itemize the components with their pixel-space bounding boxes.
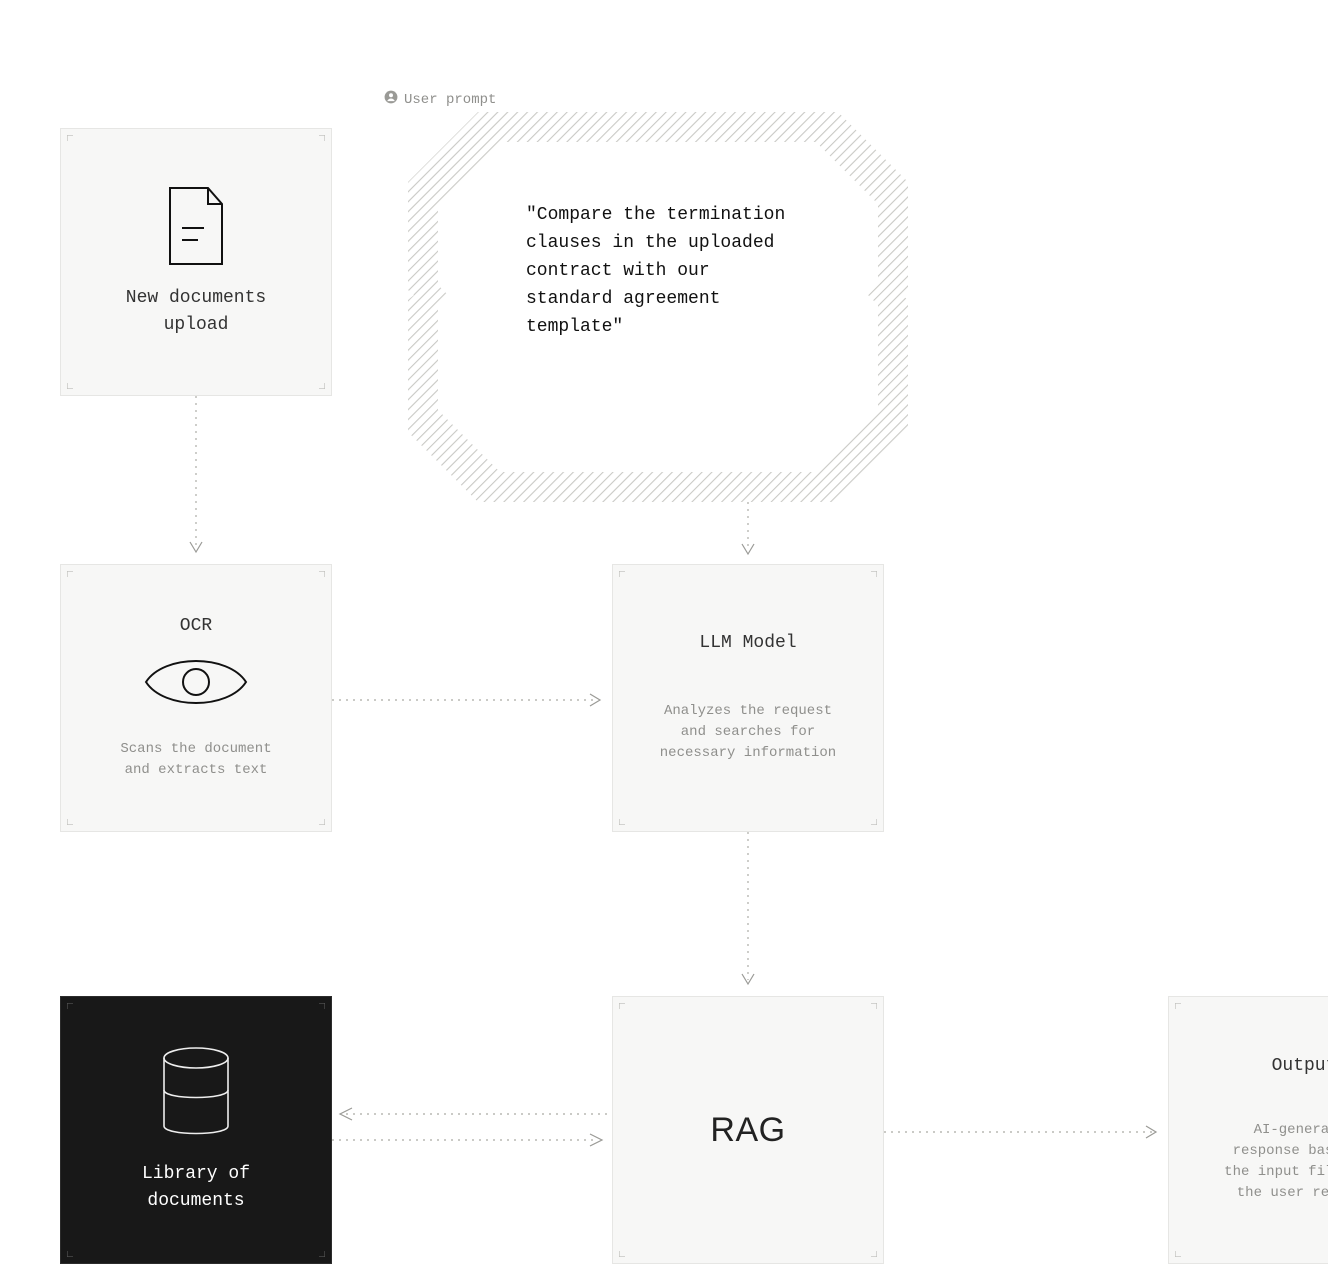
corner-tick-icon [319,383,325,389]
arrow-rag-library [332,1106,614,1154]
ocr-title: OCR [180,616,212,636]
corner-tick-icon [67,819,73,825]
arrow-prompt-to-llm [744,502,764,566]
corner-tick-icon [319,819,325,825]
output-title: Output [1272,1056,1328,1076]
document-icon [164,186,228,271]
corner-tick-icon [871,571,877,577]
user-prompt-text: "Compare the termination clauses in the … [526,202,794,341]
corner-tick-icon [619,1003,625,1009]
user-prompt-label-text: User prompt [404,92,496,108]
user-icon [384,90,398,109]
corner-tick-icon [67,383,73,389]
llm-title: LLM Model [699,633,796,653]
diagram-canvas: User prompt "Compare the termination cla… [0,0,1328,1190]
rag-title: RAG [710,1111,785,1150]
library-card: Library of documents [60,996,332,1264]
corner-tick-icon [871,1003,877,1009]
llm-card: LLM Model Analyzes the request and searc… [612,564,884,832]
ocr-desc: Scans the document and extracts text [120,739,271,781]
upload-title: New documents upload [126,285,266,339]
database-icon [158,1046,234,1147]
user-prompt-label: User prompt [384,90,496,109]
arrow-upload-to-ocr [192,396,212,566]
corner-tick-icon [319,135,325,141]
output-desc: AI-generated response based on the input… [1224,1120,1328,1204]
ocr-card: OCR Scans the document and extracts text [60,564,332,832]
corner-tick-icon [67,135,73,141]
corner-tick-icon [619,819,625,825]
corner-tick-icon [319,1003,325,1009]
arrow-ocr-to-llm [332,694,614,714]
corner-tick-icon [1175,1251,1181,1257]
corner-tick-icon [319,571,325,577]
corner-tick-icon [871,819,877,825]
library-title: Library of documents [142,1161,250,1215]
user-prompt-box: "Compare the termination clauses in the … [480,168,840,404]
arrow-rag-to-output [884,1126,1170,1146]
corner-tick-icon [67,1003,73,1009]
arrow-llm-to-rag [744,832,764,998]
corner-tick-icon [67,571,73,577]
upload-card: New documents upload [60,128,332,396]
corner-tick-icon [67,1251,73,1257]
corner-tick-icon [619,1251,625,1257]
output-card: Output AI-generated response based on th… [1168,996,1328,1264]
corner-tick-icon [619,571,625,577]
corner-tick-icon [319,1251,325,1257]
corner-tick-icon [871,1251,877,1257]
llm-desc: Analyzes the request and searches for ne… [660,701,836,764]
corner-tick-icon [1175,1003,1181,1009]
eye-icon [142,650,250,719]
rag-card: RAG [612,996,884,1264]
